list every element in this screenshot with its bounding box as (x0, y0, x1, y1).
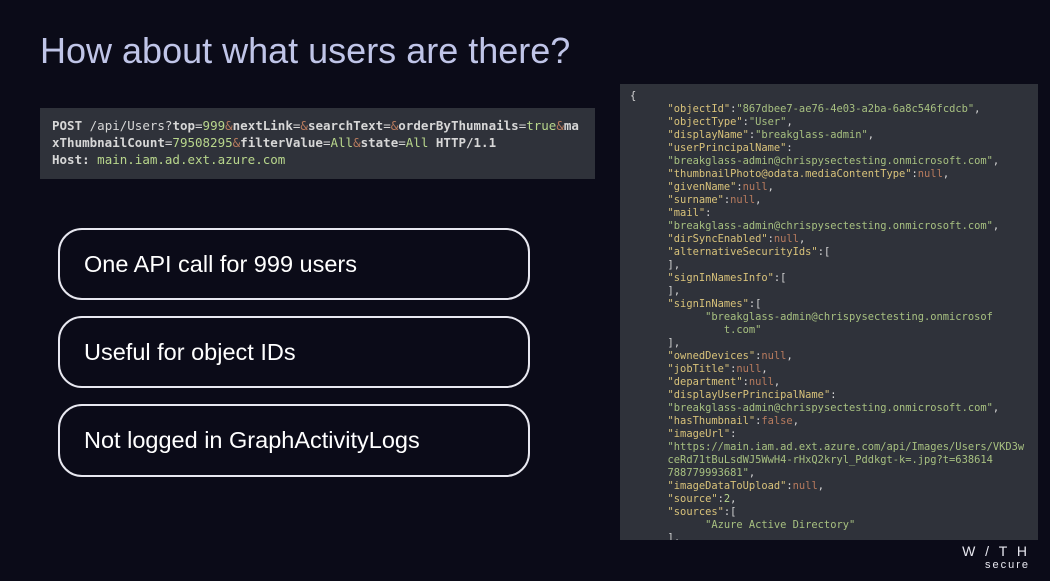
http-protocol: HTTP/1.1 (436, 135, 496, 150)
bullet-list: One API call for 999 users Useful for ob… (58, 228, 530, 493)
brand-logo: W / T H secure (962, 544, 1030, 571)
host-label: Host: (52, 152, 90, 167)
host-value: main.iam.ad.ext.azure.com (97, 152, 285, 167)
http-path: /api/Users (90, 118, 165, 133)
brand-logo-line2: secure (962, 559, 1030, 571)
bullet-3: Not logged in GraphActivityLogs (58, 404, 530, 476)
request-host-line: Host: main.iam.ad.ext.azure.com (52, 152, 583, 169)
http-request-block: POST /api/Users?top=999&nextLink=&search… (40, 108, 595, 179)
request-line-1: POST /api/Users?top=999&nextLink=&search… (52, 118, 583, 152)
bullet-2: Useful for object IDs (58, 316, 530, 388)
http-method: POST (52, 118, 82, 133)
json-response-block: { "objectId":"867dbee7-ae76-4e03-a2ba-6a… (620, 84, 1038, 540)
slide-title: How about what users are there? (40, 30, 570, 72)
bullet-1: One API call for 999 users (58, 228, 530, 300)
brand-logo-line1: W / T H (962, 544, 1030, 559)
